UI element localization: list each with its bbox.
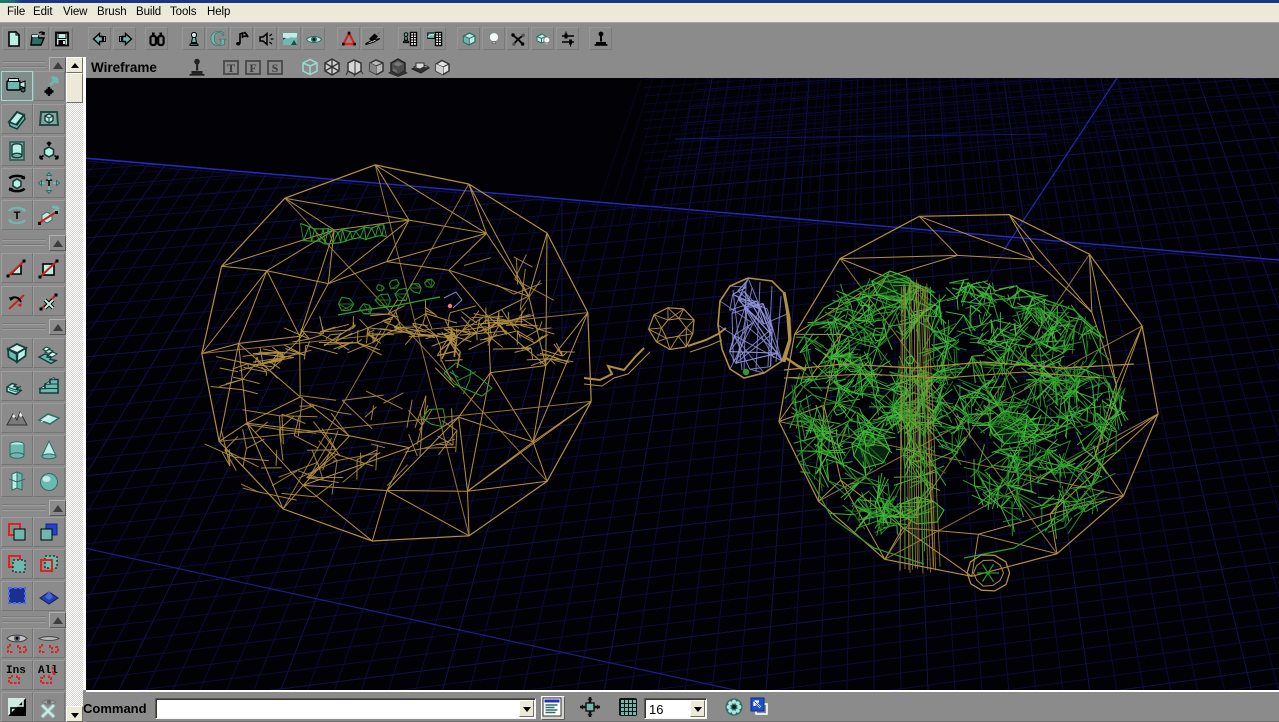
svg-text:All: All xyxy=(38,665,58,677)
svg-text:Ins: Ins xyxy=(6,665,26,677)
svg-text:T: T xyxy=(14,210,21,222)
svg-text:G: G xyxy=(210,31,226,47)
